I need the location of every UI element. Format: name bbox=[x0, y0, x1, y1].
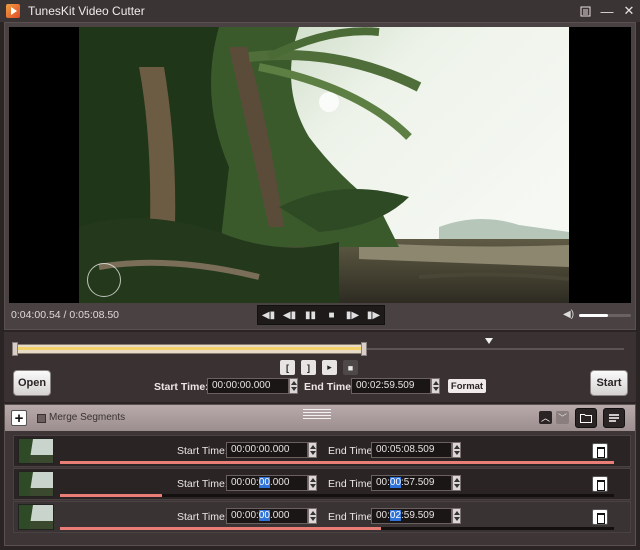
segment-progress-bar bbox=[60, 461, 614, 464]
timeline-start-handle[interactable] bbox=[12, 342, 18, 356]
segment-start-input[interactable]: 00:00:00.000 bbox=[226, 508, 308, 524]
segment-end-spinner[interactable] bbox=[452, 508, 461, 524]
next-frame-button[interactable]: ▮▶ bbox=[365, 310, 383, 321]
add-segment-button[interactable]: + bbox=[11, 410, 27, 426]
previous-frame-button[interactable]: ◀▮ bbox=[260, 310, 278, 321]
start-button[interactable]: Start bbox=[590, 370, 628, 396]
video-area[interactable] bbox=[9, 27, 631, 303]
start-time-input[interactable]: 00:00:00.000 bbox=[207, 378, 289, 394]
pause-button[interactable]: ▮▮ bbox=[302, 310, 320, 321]
merge-segments-label: Merge Segments bbox=[49, 412, 126, 423]
watermark-logo-icon bbox=[87, 263, 121, 297]
minimize-button[interactable]: — bbox=[596, 0, 618, 22]
segment-end-spinner[interactable] bbox=[452, 475, 461, 491]
cursor-icon[interactable]: ▸ bbox=[322, 360, 337, 375]
playhead-marker-icon[interactable] bbox=[485, 338, 494, 344]
end-time-input[interactable]: 00:02:59.509 bbox=[351, 378, 431, 394]
cut-editor: [ ] ▸ ■ Open Start Start Time: 00:00:00.… bbox=[4, 332, 636, 402]
segment-progress-fill bbox=[60, 494, 163, 497]
delete-segment-icon[interactable] bbox=[592, 509, 608, 525]
segments-panel: + Merge Segments ︿ ﹀ Start Time: 00:00:0… bbox=[4, 404, 636, 546]
timeline-range-fill bbox=[15, 347, 364, 350]
segments-header: + Merge Segments ︿ ﹀ bbox=[5, 405, 635, 431]
segment-end-input[interactable]: 00:05:08.509 bbox=[371, 442, 452, 458]
segment-row[interactable]: Start Time: 00:00:00.000 End Time: 00:00… bbox=[13, 468, 631, 500]
segment-thumbnail bbox=[18, 471, 54, 497]
segment-start-input[interactable]: 00:00:00.000 bbox=[226, 442, 308, 458]
segment-progress-fill bbox=[60, 461, 614, 464]
timecode-display: 0:04:00.54 / 0:05:08.50 bbox=[11, 309, 120, 321]
segment-progress-bar bbox=[60, 494, 614, 497]
grip-handle-icon[interactable] bbox=[303, 409, 331, 423]
segment-start-spinner[interactable] bbox=[308, 508, 317, 524]
end-time-spinner[interactable] bbox=[431, 378, 440, 394]
delete-segment-icon[interactable] bbox=[592, 476, 608, 492]
segment-row[interactable]: Start Time: 00:00:00.000 End Time: 00:02… bbox=[13, 501, 631, 533]
merge-segments-checkbox[interactable] bbox=[37, 414, 46, 423]
video-preview bbox=[79, 27, 569, 303]
format-button[interactable]: Format bbox=[448, 379, 486, 393]
menu-icon[interactable] bbox=[574, 0, 596, 22]
timeline[interactable] bbox=[12, 338, 624, 356]
segment-progress-bar bbox=[60, 527, 614, 530]
segment-thumbnail bbox=[18, 504, 54, 530]
transport-controls: ◀▮ ◀▮ ▮▮ ■ ▮▶ ▮▶ bbox=[257, 305, 385, 325]
segment-start-spinner[interactable] bbox=[308, 475, 317, 491]
segment-end-label: End Time: bbox=[328, 478, 376, 490]
preview-stop-button[interactable]: ■ bbox=[343, 360, 358, 375]
start-time-label: Start Time: bbox=[154, 381, 209, 393]
delete-segment-icon[interactable] bbox=[592, 443, 608, 459]
segment-progress-fill bbox=[60, 527, 382, 530]
mark-in-button[interactable]: [ bbox=[280, 360, 295, 375]
title-bar: TunesKit Video Cutter — ✕ bbox=[0, 0, 640, 22]
segment-start-spinner[interactable] bbox=[308, 442, 317, 458]
segment-thumbnail bbox=[18, 438, 54, 464]
expand-icon[interactable]: ﹀ bbox=[556, 411, 569, 424]
step-forward-button[interactable]: ▮▶ bbox=[344, 310, 362, 321]
segment-start-input[interactable]: 00:00:00.000 bbox=[226, 475, 308, 491]
segment-end-input[interactable]: 00:02:59.509 bbox=[371, 508, 452, 524]
segment-end-input[interactable]: 00:00:57.509 bbox=[371, 475, 452, 491]
collapse-icon[interactable]: ︿ bbox=[539, 411, 552, 424]
step-back-button[interactable]: ◀▮ bbox=[281, 310, 299, 321]
window-title: TunesKit Video Cutter bbox=[28, 4, 145, 18]
close-button[interactable]: ✕ bbox=[618, 0, 640, 22]
output-folder-icon[interactable] bbox=[575, 408, 597, 428]
segment-start-label: Start Time: bbox=[177, 511, 228, 523]
segment-end-label: End Time: bbox=[328, 511, 376, 523]
timeline-end-handle[interactable] bbox=[360, 342, 367, 356]
segment-start-label: Start Time: bbox=[177, 478, 228, 490]
app-logo-icon bbox=[6, 4, 20, 18]
volume-slider[interactable] bbox=[579, 314, 631, 317]
segment-end-spinner[interactable] bbox=[452, 442, 461, 458]
video-player: 0:04:00.54 / 0:05:08.50 ◀▮ ◀▮ ▮▮ ■ ▮▶ ▮▶… bbox=[4, 22, 636, 330]
mark-out-button[interactable]: ] bbox=[301, 360, 316, 375]
start-time-spinner[interactable] bbox=[289, 378, 298, 394]
segment-start-label: Start Time: bbox=[177, 445, 228, 457]
segment-row[interactable]: Start Time: 00:00:00.000 End Time: 00:05… bbox=[13, 435, 631, 467]
open-button[interactable]: Open bbox=[13, 370, 51, 396]
end-time-label: End Time: bbox=[304, 381, 355, 393]
segment-end-label: End Time: bbox=[328, 445, 376, 457]
volume-slider-fill bbox=[579, 314, 608, 317]
timeline-selected-range[interactable] bbox=[12, 344, 367, 354]
volume-icon[interactable]: ◀) bbox=[563, 309, 574, 320]
segment-list-icon[interactable] bbox=[603, 408, 625, 428]
stop-button[interactable]: ■ bbox=[323, 310, 341, 321]
